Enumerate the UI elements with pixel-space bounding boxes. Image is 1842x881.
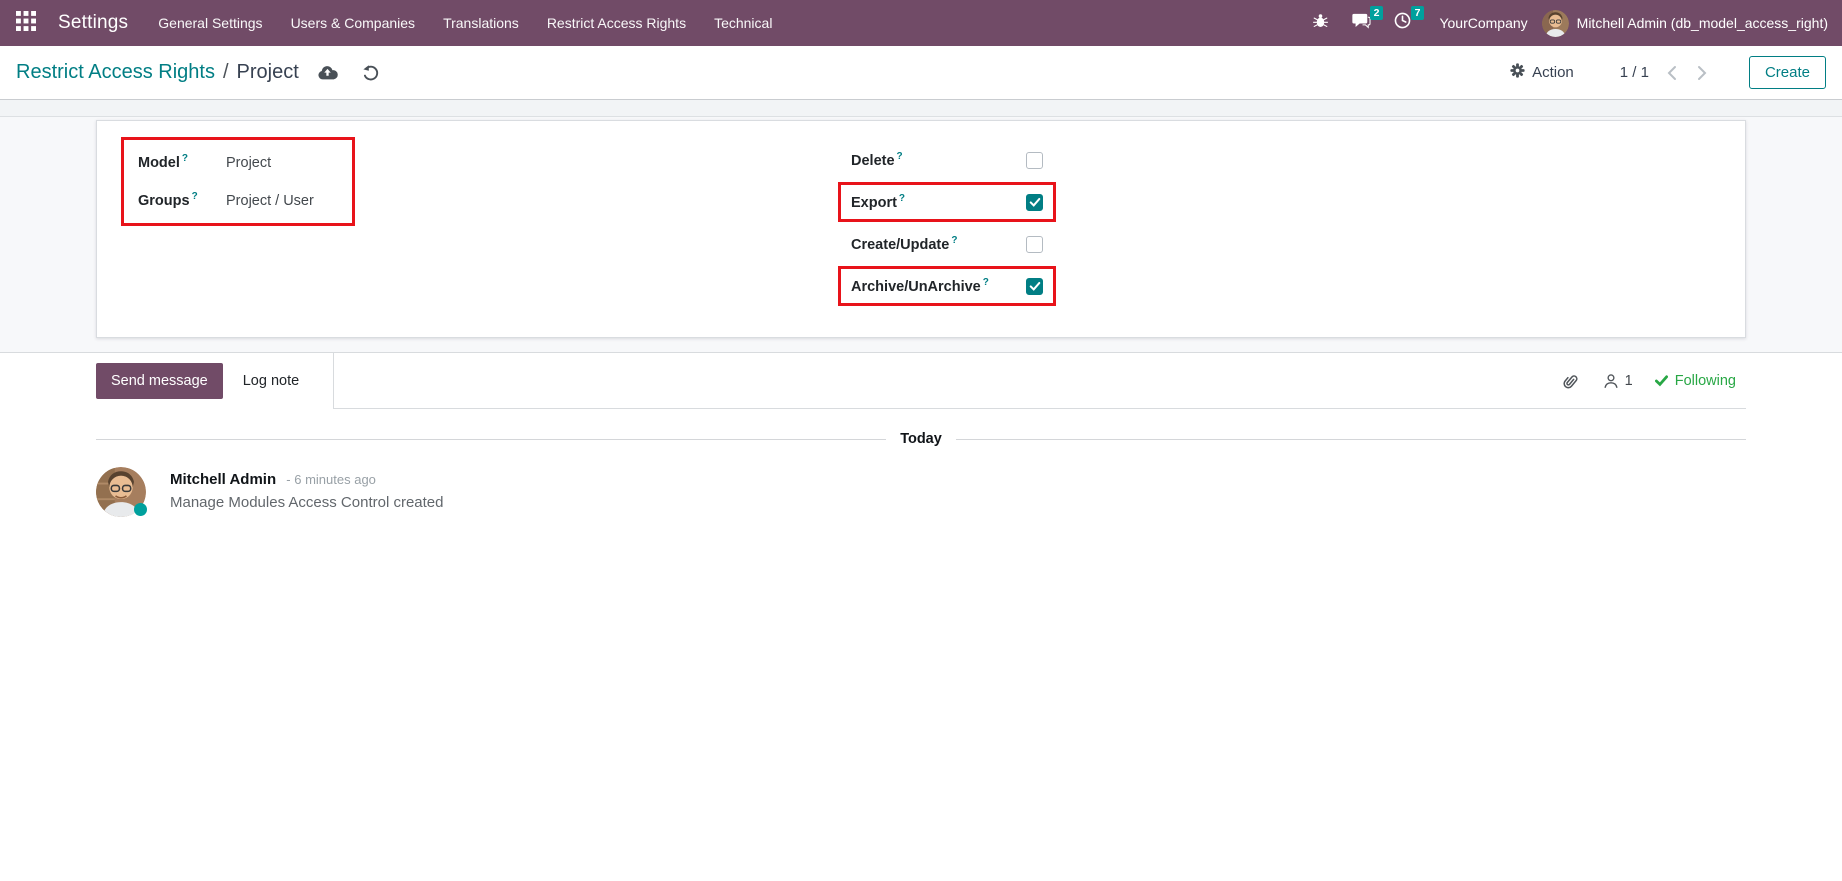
field-row-create-update: Create/Update? (838, 224, 1056, 264)
breadcrumb-separator: / (223, 61, 229, 84)
date-divider-label: Today (900, 431, 942, 447)
pager-value: 1 / 1 (1620, 64, 1649, 81)
menu-general-settings[interactable]: General Settings (144, 0, 276, 46)
menu-restrict-access-rights[interactable]: Restrict Access Rights (533, 0, 700, 46)
activities-menu-button[interactable]: 7 (1382, 0, 1423, 46)
control-panel-right: Action 1 / 1 Create (1510, 56, 1826, 89)
menu-technical[interactable]: Technical (700, 0, 786, 46)
chatter-topbar-right: 1 Following (333, 353, 1746, 409)
message-body: Manage Modules Access Control created (170, 494, 443, 511)
check-icon (1655, 374, 1668, 387)
paperclip-icon (1557, 367, 1584, 394)
breadcrumb-parent-link[interactable]: Restrict Access Rights (16, 61, 215, 84)
create-update-field-label: Create/Update? (851, 235, 957, 253)
form-statusbar (0, 100, 1842, 117)
gear-icon (1510, 63, 1525, 82)
user-avatar (1542, 10, 1569, 37)
archive-unarchive-field-label: Archive/UnArchive? (851, 277, 989, 295)
bug-icon (1312, 12, 1329, 35)
systray: 2 7 YourCompany (1301, 0, 1828, 46)
apps-menu-button[interactable] (0, 0, 52, 46)
top-navbar: Settings General Settings Users & Compan… (0, 0, 1842, 46)
field-row-groups: Groups? Project / User (138, 191, 338, 209)
chat-bubble-icon (1351, 11, 1371, 35)
log-note-button[interactable]: Log note (237, 372, 305, 390)
user-menu[interactable]: Mitchell Admin (db_model_access_right) (1542, 10, 1828, 37)
action-menu-button[interactable]: Action (1510, 63, 1574, 82)
message-item: Mitchell Admin - 6 minutes ago Manage Mo… (96, 467, 1746, 517)
menu-users-companies[interactable]: Users & Companies (277, 0, 430, 46)
delete-checkbox[interactable] (1026, 152, 1043, 169)
date-divider: Today (96, 431, 1746, 447)
field-row-export: Export? (838, 182, 1056, 222)
export-checkbox[interactable] (1026, 194, 1043, 211)
breadcrumb: Restrict Access Rights / Project (16, 61, 299, 84)
message-thread: Today (0, 431, 1842, 517)
current-app-name[interactable]: Settings (58, 12, 128, 34)
chatter-tabs: Send message Log note (96, 353, 333, 409)
archive-unarchive-checkbox[interactable] (1026, 278, 1043, 295)
help-marker: ? (951, 235, 957, 246)
save-indicator-cloud-icon[interactable] (317, 64, 338, 81)
person-icon (1602, 372, 1620, 390)
help-marker: ? (983, 277, 989, 288)
delete-field-label: Delete? (851, 151, 903, 169)
field-row-delete: Delete? (838, 140, 1056, 180)
pager: 1 / 1 (1620, 63, 1709, 83)
breadcrumb-current: Project (237, 61, 299, 84)
form-sheet: Model? Project Groups? Project / User De… (96, 120, 1746, 338)
following-label: Following (1675, 373, 1736, 389)
app-menus: General Settings Users & Companies Trans… (144, 0, 786, 46)
create-button[interactable]: Create (1749, 56, 1826, 89)
form-right-column: Delete? Export? Create/Update? Archive/U… (838, 137, 1098, 337)
help-marker: ? (192, 191, 198, 202)
annotation-highlight-model-groups: Model? Project Groups? Project / User (121, 137, 355, 226)
control-panel: Restrict Access Rights / Project (0, 46, 1842, 100)
model-field-value: Project (226, 155, 271, 171)
field-row-archive-unarchive: Archive/UnArchive? (838, 266, 1056, 306)
message-author-name: Mitchell Admin (170, 471, 276, 488)
divider-line (96, 439, 886, 440)
message-author-avatar (96, 467, 146, 517)
send-message-button[interactable]: Send message (96, 363, 223, 399)
model-field-label: Model? (138, 153, 226, 171)
attachments-button[interactable] (1561, 371, 1580, 390)
followers-button[interactable]: 1 (1602, 372, 1633, 390)
form-left-column: Model? Project Groups? Project / User (121, 137, 838, 337)
company-switcher[interactable]: YourCompany (1439, 15, 1527, 31)
field-row-model: Model? Project (138, 153, 338, 171)
groups-field-label: Groups? (138, 191, 226, 209)
message-header: Mitchell Admin - 6 minutes ago (170, 467, 443, 488)
pager-previous-icon[interactable] (1665, 63, 1679, 83)
groups-field-value: Project / User (226, 193, 314, 209)
divider-line (956, 439, 1746, 440)
create-update-checkbox[interactable] (1026, 236, 1043, 253)
clock-icon (1393, 11, 1412, 35)
messages-menu-button[interactable]: 2 (1340, 0, 1382, 46)
apps-grid-icon (16, 11, 36, 36)
form-sheet-background: Model? Project Groups? Project / User De… (0, 117, 1842, 353)
export-field-label: Export? (851, 193, 905, 211)
followers-count: 1 (1625, 373, 1633, 389)
pager-next-icon[interactable] (1695, 63, 1709, 83)
user-name: Mitchell Admin (db_model_access_right) (1577, 15, 1828, 31)
menu-translations[interactable]: Translations (429, 0, 533, 46)
action-label: Action (1532, 64, 1574, 81)
message-timestamp: - 6 minutes ago (286, 472, 376, 487)
discard-undo-icon[interactable] (362, 64, 380, 82)
messages-count-badge: 2 (1370, 6, 1384, 20)
online-status-dot (134, 503, 147, 516)
message-content: Mitchell Admin - 6 minutes ago Manage Mo… (170, 467, 443, 517)
debug-menu-button[interactable] (1301, 0, 1340, 46)
activities-count-badge: 7 (1411, 6, 1425, 20)
following-button[interactable]: Following (1655, 373, 1736, 389)
help-marker: ? (899, 193, 905, 204)
chatter-topbar: Send message Log note 1 Following (0, 353, 1842, 409)
help-marker: ? (182, 153, 188, 164)
help-marker: ? (897, 151, 903, 162)
